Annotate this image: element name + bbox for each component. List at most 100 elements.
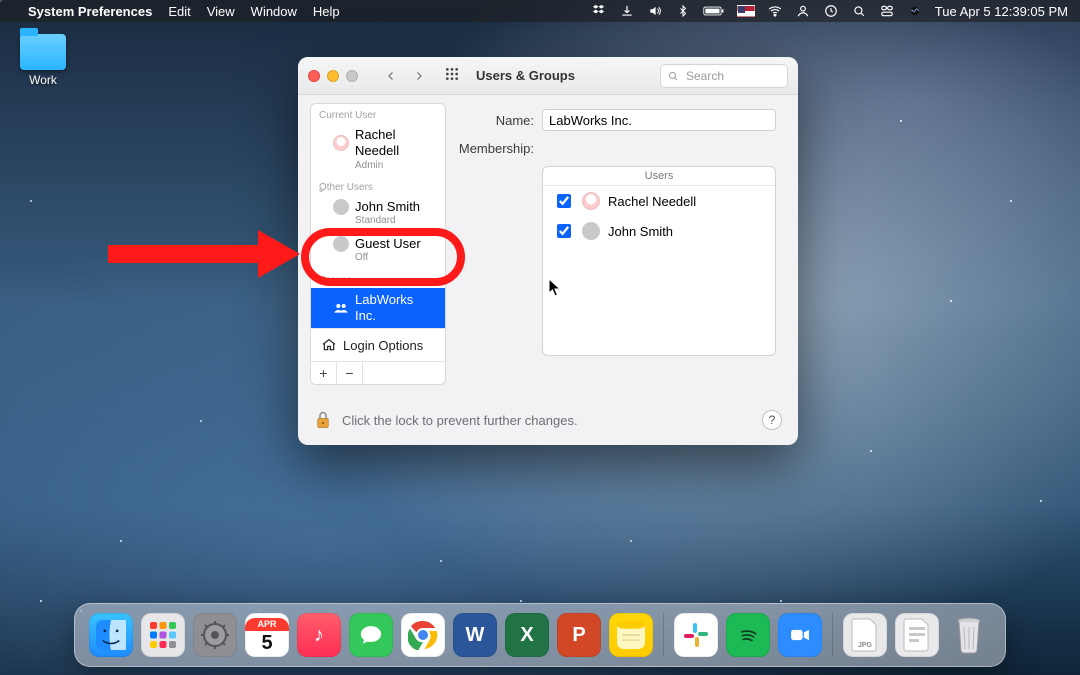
- dock-music[interactable]: ♪: [297, 613, 341, 657]
- menu-view[interactable]: View: [207, 4, 235, 19]
- siri-icon[interactable]: [907, 3, 923, 19]
- membership-header: Users: [543, 167, 775, 186]
- dock-messages[interactable]: [349, 613, 393, 657]
- sidebar-user-john-smith[interactable]: John Smith Standard: [311, 195, 445, 232]
- menu-bar-status: Tue Apr 5 12:39:05 PM: [591, 3, 1068, 19]
- user-icon[interactable]: [795, 3, 811, 19]
- battery-icon[interactable]: [703, 3, 725, 19]
- spotlight-icon[interactable]: [851, 3, 867, 19]
- avatar-icon: [333, 135, 349, 151]
- group-icon: [333, 302, 349, 314]
- dock-separator: [663, 613, 664, 657]
- dock-slack[interactable]: [674, 613, 718, 657]
- calendar-month: APR: [245, 618, 289, 631]
- dock-doc-jpg[interactable]: JPG: [843, 613, 887, 657]
- sidebar-item-role: Admin: [355, 160, 437, 173]
- menu-clock[interactable]: Tue Apr 5 12:39:05 PM: [935, 4, 1068, 19]
- dock-spotify[interactable]: [726, 613, 770, 657]
- dock-trash[interactable]: [947, 613, 991, 657]
- lock-text: Click the lock to prevent further change…: [342, 413, 578, 428]
- dock-zoom[interactable]: [778, 613, 822, 657]
- lock-icon[interactable]: [314, 409, 332, 431]
- member-name: John Smith: [608, 224, 673, 239]
- flag-us-icon[interactable]: [737, 5, 755, 17]
- window-close-button[interactable]: [308, 70, 320, 82]
- users-sidebar: Current User Rachel Needell Admin ⌄ Othe…: [310, 103, 446, 385]
- sidebar-user-guest[interactable]: Guest User Off: [311, 232, 445, 269]
- login-options-label: Login Options: [343, 338, 423, 353]
- group-name-input[interactable]: [542, 109, 776, 131]
- menu-app-name[interactable]: System Preferences: [28, 4, 152, 19]
- dock-calendar[interactable]: APR 5: [245, 613, 289, 657]
- toolbar-back-button[interactable]: [378, 64, 404, 88]
- help-button[interactable]: ?: [762, 410, 782, 430]
- dock: APR 5 ♪ W X P JPG: [74, 603, 1006, 667]
- dock-system-preferences[interactable]: [193, 613, 237, 657]
- desktop-folder-label: Work: [29, 73, 57, 87]
- dock-finder[interactable]: [89, 613, 133, 657]
- sidebar-item-label: Rachel Needell: [355, 127, 437, 160]
- dock-word[interactable]: W: [453, 613, 497, 657]
- sidebar-item-label: Guest User: [355, 236, 421, 252]
- sidebar-item-role: Off: [355, 252, 437, 265]
- dock-doc-generic[interactable]: [895, 613, 939, 657]
- sidebar-section-current-user: Current User: [311, 104, 445, 123]
- member-row: John Smith: [543, 216, 775, 246]
- avatar-icon: [333, 199, 349, 215]
- dock-launchpad[interactable]: [141, 613, 185, 657]
- avatar-icon: [582, 192, 600, 210]
- window-toolbar: Users & Groups: [298, 57, 798, 95]
- clock-alt-icon[interactable]: [823, 3, 839, 19]
- toolbar-forward-button[interactable]: [406, 64, 432, 88]
- calendar-day: 5: [261, 631, 272, 653]
- window-title: Users & Groups: [476, 68, 575, 83]
- window-zoom-button: [346, 70, 358, 82]
- add-user-button[interactable]: +: [311, 362, 337, 384]
- menu-bar: System Preferences Edit View Window Help…: [0, 0, 1080, 22]
- toolbar-search-field[interactable]: [660, 64, 788, 88]
- avatar-icon: [333, 236, 349, 252]
- preferences-window: Users & Groups Current User Rachel Neede…: [298, 57, 798, 445]
- dropbox-icon[interactable]: [591, 3, 607, 19]
- member-checkbox-rachel[interactable]: [557, 194, 571, 208]
- window-footer: Click the lock to prevent further change…: [298, 391, 798, 445]
- login-options-button[interactable]: Login Options: [311, 328, 445, 361]
- menu-window[interactable]: Window: [251, 4, 297, 19]
- window-minimize-button[interactable]: [327, 70, 339, 82]
- member-row: Rachel Needell: [543, 186, 775, 216]
- control-center-icon[interactable]: [879, 3, 895, 19]
- dock-excel[interactable]: X: [505, 613, 549, 657]
- toolbar-show-all-icon[interactable]: [444, 66, 460, 85]
- sidebar-section-groups[interactable]: ⌄ Groups: [311, 269, 445, 288]
- sidebar-user-rachel-needell[interactable]: Rachel Needell Admin: [311, 123, 445, 176]
- dock-notes[interactable]: [609, 613, 653, 657]
- remove-user-button[interactable]: −: [337, 362, 363, 384]
- desktop-folder-work[interactable]: Work: [8, 34, 78, 87]
- download-icon[interactable]: [619, 3, 635, 19]
- window-traffic-lights: [308, 70, 358, 82]
- member-name: Rachel Needell: [608, 194, 696, 209]
- wifi-icon[interactable]: [767, 3, 783, 19]
- search-input[interactable]: [684, 68, 774, 84]
- sidebar-group-labworks[interactable]: LabWorks Inc.: [311, 288, 445, 329]
- bluetooth-icon[interactable]: [675, 3, 691, 19]
- chevron-down-icon: ⌄: [317, 277, 325, 288]
- menu-help[interactable]: Help: [313, 4, 340, 19]
- svg-text:JPG: JPG: [858, 642, 873, 649]
- name-label: Name:: [454, 113, 534, 128]
- home-icon: [321, 337, 337, 353]
- dock-powerpoint[interactable]: P: [557, 613, 601, 657]
- sidebar-item-label: John Smith: [355, 199, 420, 215]
- member-checkbox-john[interactable]: [557, 224, 571, 238]
- volume-icon[interactable]: [647, 3, 663, 19]
- avatar-icon: [582, 222, 600, 240]
- sidebar-item-label: LabWorks Inc.: [355, 292, 437, 325]
- menu-edit[interactable]: Edit: [168, 4, 190, 19]
- chevron-down-icon: ⌄: [317, 184, 325, 195]
- dock-chrome[interactable]: [401, 613, 445, 657]
- sidebar-item-role: Standard: [355, 215, 437, 228]
- group-detail-pane: Name: Membership: Users Rachel Needell J…: [446, 95, 798, 391]
- sidebar-section-other-users[interactable]: ⌄ Other Users: [311, 176, 445, 195]
- dock-separator: [832, 613, 833, 657]
- folder-icon: [20, 34, 66, 70]
